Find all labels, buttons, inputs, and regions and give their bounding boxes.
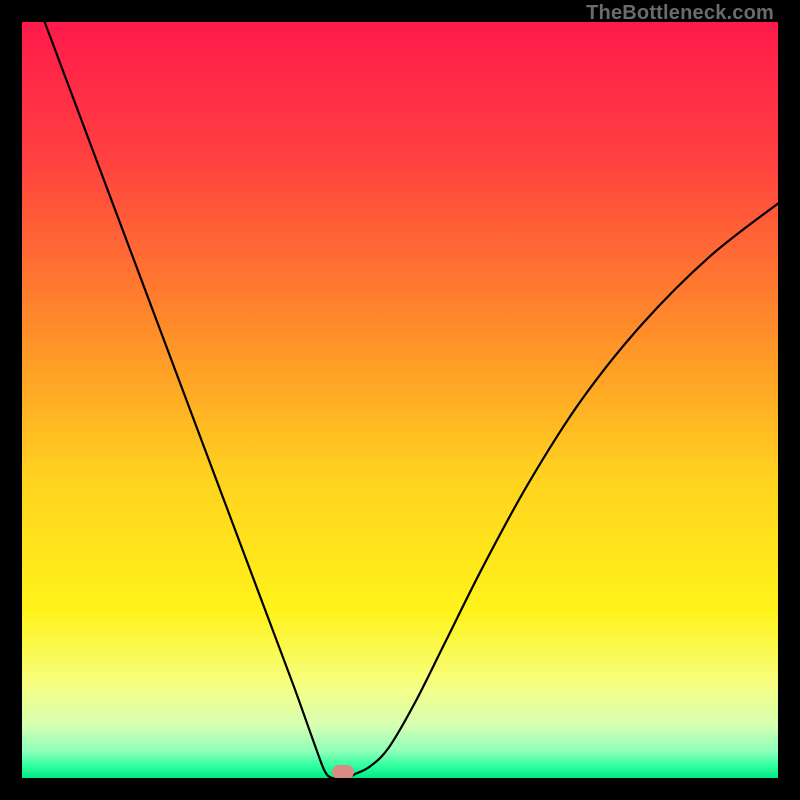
chart-frame: TheBottleneck.com — [0, 0, 800, 800]
background-gradient — [22, 22, 778, 778]
optimal-point-marker — [332, 765, 354, 778]
plot-area — [22, 22, 778, 778]
watermark-text: TheBottleneck.com — [586, 2, 774, 25]
